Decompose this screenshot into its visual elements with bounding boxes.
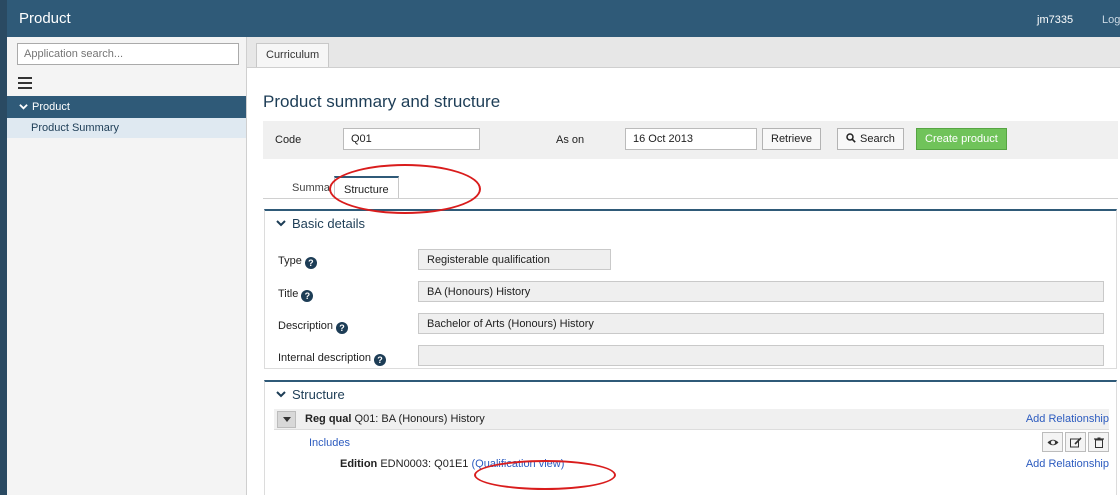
basic-details-panel: Basic details Type? Registerable qualifi…: [264, 209, 1117, 369]
child-type-label: Edition: [340, 458, 378, 470]
search-toolbar: Code Q01 As on 16 Oct 2013 Retrieve Sear…: [263, 121, 1118, 159]
includes-link[interactable]: Includes: [309, 437, 350, 449]
sidebar-item-label: Product Summary: [31, 122, 120, 134]
chevron-down-icon: [276, 220, 286, 227]
eye-icon: [1047, 439, 1059, 446]
chevron-down-icon: [276, 391, 286, 398]
search-button-label: Search: [860, 133, 895, 145]
title-label: Title?: [278, 288, 314, 302]
logout-link[interactable]: Log: [1102, 14, 1120, 26]
root-node: Reg qual Q01: BA (Honours) History: [305, 413, 485, 425]
retrieve-button[interactable]: Retrieve: [762, 128, 821, 150]
caret-down-icon: [283, 417, 291, 422]
type-label: Type?: [278, 255, 317, 269]
sidebar-item-product-summary[interactable]: Product Summary: [7, 118, 246, 138]
create-product-button[interactable]: Create product: [916, 128, 1007, 150]
page-title: Product summary and structure: [263, 92, 501, 111]
add-relationship-link[interactable]: Add Relationship: [1026, 413, 1109, 425]
internal-description-label: Internal description?: [278, 352, 386, 366]
type-value: Registerable qualification: [418, 249, 611, 270]
as-on-date-field[interactable]: 16 Oct 2013: [625, 128, 757, 150]
internal-description-label-text: Internal description: [278, 352, 371, 364]
tab-curriculum[interactable]: Curriculum: [256, 43, 330, 67]
search-icon: [846, 133, 856, 143]
search-button[interactable]: Search: [837, 128, 904, 150]
child-node-text: EDN0003: Q01: [380, 458, 455, 470]
child-node: Edition EDN0003: Q01E1 (Qualification vi…: [340, 458, 564, 470]
delete-button[interactable]: [1088, 432, 1109, 452]
user-name[interactable]: jm7335: [1037, 14, 1073, 26]
structure-heading: Structure: [292, 387, 345, 402]
root-node-text: Q01: BA (Honours) History: [354, 413, 485, 425]
tab-structure[interactable]: Structure: [334, 176, 399, 199]
structure-header[interactable]: Structure: [276, 387, 345, 402]
help-icon[interactable]: ?: [336, 322, 349, 334]
internal-description-value: [418, 345, 1104, 366]
title-label-text: Title: [278, 288, 299, 300]
sidebar-section-product[interactable]: Product: [7, 96, 246, 118]
basic-details-heading: Basic details: [292, 216, 365, 231]
basic-details-header[interactable]: Basic details: [276, 216, 365, 231]
module-tab-strip: Curriculum: [247, 37, 1120, 68]
edit-button[interactable]: [1065, 432, 1086, 452]
app-title: Product: [19, 10, 71, 27]
tab-underline: [263, 198, 1118, 199]
code-field[interactable]: Q01: [343, 128, 480, 150]
description-label: Description?: [278, 320, 349, 334]
structure-child-row: Edition EDN0003: Q01E1 (Qualification vi…: [274, 454, 1109, 475]
qualification-view-link[interactable]: (Qualification view): [471, 458, 564, 470]
help-icon[interactable]: ?: [301, 290, 314, 302]
child-node-suffix: E1: [454, 458, 469, 470]
top-bar: Product jm7335 Log: [7, 0, 1120, 37]
window-left-edge: [0, 0, 7, 495]
sidebar: Product Product Summary: [7, 37, 247, 495]
help-icon[interactable]: ?: [373, 354, 386, 366]
description-label-text: Description: [278, 320, 334, 332]
add-relationship-link[interactable]: Add Relationship: [1026, 458, 1109, 470]
help-icon[interactable]: ?: [304, 257, 317, 269]
structure-root-row: Reg qual Q01: BA (Honours) History Add R…: [274, 409, 1109, 430]
trash-icon: [1094, 437, 1104, 448]
application-search-input[interactable]: [17, 43, 239, 65]
tab-summary[interactable]: Summa: [283, 176, 339, 199]
title-value: BA (Honours) History: [418, 281, 1104, 302]
collapse-toggle[interactable]: [277, 411, 296, 428]
type-label-text: Type: [278, 255, 302, 267]
description-value: Bachelor of Arts (Honours) History: [418, 313, 1104, 334]
edit-icon: [1070, 437, 1082, 448]
sidebar-section-label: Product: [32, 101, 70, 113]
as-on-label: As on: [556, 134, 585, 146]
root-type-label: Reg qual: [305, 413, 352, 425]
code-label: Code: [275, 134, 302, 146]
main-content: Curriculum Product summary and structure…: [247, 37, 1120, 495]
menu-icon[interactable]: [18, 77, 32, 92]
chevron-down-icon: [19, 104, 28, 110]
app-frame: Product jm7335 Log Product Product Summa…: [7, 0, 1120, 495]
structure-panel: Structure Reg qual Q01: BA (Honours) His…: [264, 380, 1117, 495]
view-button[interactable]: [1042, 432, 1063, 452]
includes-row: Includes: [274, 432, 1109, 453]
